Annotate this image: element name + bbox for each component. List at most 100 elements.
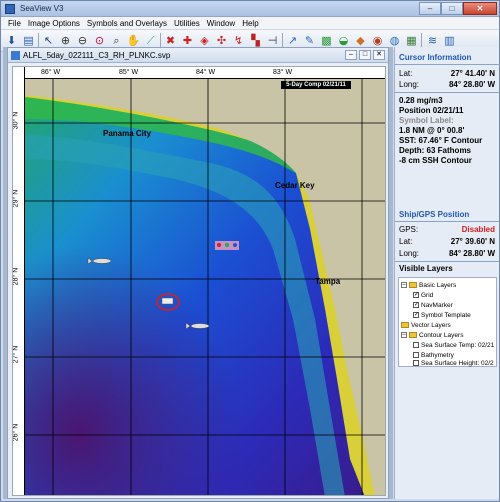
open-folder-icon[interactable]: ▤ <box>21 33 36 48</box>
position-date: Position 02/21/11 <box>399 106 464 115</box>
workspace: ALFL_5day_022111_C3_RH_PLNKC.svp – □ ✕ 8… <box>3 47 393 499</box>
menu-window[interactable]: Window <box>204 17 239 29</box>
gps-lat-label: Lat: <box>399 237 413 246</box>
doc-restore-button[interactable]: □ <box>359 50 371 60</box>
cursor-lat-row: Lat: 27° 41.40' N <box>399 69 497 79</box>
longitude-ruler: 86° W 85° W 84° W 83° W <box>13 67 385 79</box>
minimize-button[interactable]: – <box>419 2 441 15</box>
layer-item-navmarker[interactable]: ✓ NavMarker <box>413 300 453 310</box>
gps-lat-row: Lat: 27° 39.60' N <box>399 237 497 247</box>
visible-layers-title: Visible Layers <box>399 264 453 273</box>
layers-icon[interactable]: ↗ <box>285 33 300 48</box>
checkbox-checked[interactable]: ✓ <box>413 292 419 298</box>
cursor-lat-value: 27° 41.40' N <box>450 69 495 78</box>
layer-group-basic[interactable]: – Basic Layers <box>401 280 456 290</box>
depth-value: Depth: 63 Fathoms <box>399 146 472 155</box>
map-document-window: ALFL_5day_022111_C3_RH_PLNKC.svp – □ ✕ 8… <box>7 47 389 499</box>
export-icon[interactable]: ◍ <box>387 33 402 48</box>
cursor-lat-label: Lat: <box>399 69 413 78</box>
folder-icon <box>409 282 417 288</box>
lon-tick-label: 85° W <box>119 69 139 76</box>
menu-utilities[interactable]: Utilities <box>171 17 204 29</box>
place-label: Cedar Key <box>275 181 315 190</box>
palette-icon[interactable]: ◒ <box>336 33 351 48</box>
gps-status: Disabled <box>461 225 495 234</box>
tide-icon[interactable]: ◉ <box>370 33 385 48</box>
document-icon <box>11 51 20 60</box>
cursor-long-row: Long: 84° 28.80' W <box>399 80 497 90</box>
download-icon[interactable]: ⬇ <box>4 33 19 48</box>
layer-item-ssh[interactable]: Sea Surface Height: 02/2 <box>413 358 494 368</box>
collapse-icon[interactable]: – <box>401 282 407 288</box>
lat-tick-label: 28° N <box>12 267 20 286</box>
pan-hand-icon[interactable]: ✋ <box>126 33 141 48</box>
lat-tick-label: 30° N <box>12 111 20 130</box>
app-window: SeaView V3 – □ ✕ File Image Options Symb… <box>0 0 500 502</box>
measure-icon[interactable]: ⟋ <box>143 33 158 48</box>
checkbox-checked[interactable]: ✓ <box>413 302 419 308</box>
place-label: Panama City <box>103 129 152 138</box>
cursor-long-label: Long: <box>399 80 420 89</box>
layer-group-vector[interactable]: Vector Layers <box>401 320 451 330</box>
menu-help[interactable]: Help <box>239 17 262 29</box>
title-bar: SeaView V3 – □ ✕ <box>1 1 499 17</box>
menu-image-options[interactable]: Image Options <box>25 17 84 29</box>
gps-lat-value: 27° 39.60' N <box>450 237 495 246</box>
lon-tick-label: 86° W <box>41 69 61 76</box>
document-title: ALFL_5day_022111_C3_RH_PLNKC.svp <box>23 51 171 60</box>
layer-item-grid[interactable]: ✓ Grid <box>413 290 433 300</box>
document-title-bar: ALFL_5day_022111_C3_RH_PLNKC.svp – □ ✕ <box>8 48 388 63</box>
layer-item-symbol-template[interactable]: ✓ Symbol Template <box>413 310 471 320</box>
doc-minimize-button[interactable]: – <box>345 50 357 60</box>
ssh-contour: -8 cm SSH Contour <box>399 156 472 165</box>
folder-icon <box>401 322 409 328</box>
close-button[interactable]: ✕ <box>463 2 497 15</box>
zoom-out-icon[interactable]: ⊖ <box>75 33 90 48</box>
folder-icon <box>409 332 417 338</box>
lon-tick-label: 84° W <box>196 69 216 76</box>
map-view[interactable]: 86° W 85° W 84° W 83° W 30° N 29° N 28° … <box>12 66 386 496</box>
globe-icon[interactable]: ✎ <box>302 33 317 48</box>
layer-item-sst[interactable]: Sea Surface Temp: 02/21 <box>413 340 494 350</box>
zoom-reset-icon[interactable]: ⊙ <box>92 33 107 48</box>
maximize-button[interactable]: □ <box>441 2 463 15</box>
grid-icon[interactable]: ◆ <box>353 33 368 48</box>
layer-group-contour[interactable]: – Contour Layers <box>401 330 463 340</box>
compass-icon[interactable]: ✣ <box>214 33 229 48</box>
menu-file[interactable]: File <box>5 17 25 29</box>
zoom-region-icon[interactable]: ⌕ <box>109 33 124 48</box>
gps-label: GPS: <box>399 225 419 234</box>
mark-icon[interactable]: ✚ <box>180 33 195 48</box>
zoom-in-icon[interactable]: ⊕ <box>58 33 73 48</box>
pixel-value: 0.28 mg/m3 <box>399 96 443 105</box>
menu-symbols-overlays[interactable]: Symbols and Overlays <box>84 17 171 29</box>
checkbox-unchecked[interactable] <box>413 342 419 348</box>
layer-tree[interactable]: – Basic Layers ✓ Grid ✓ NavMarker ✓ Symb… <box>398 277 497 367</box>
app-icon <box>5 4 15 14</box>
place-label: Tampa <box>315 277 341 286</box>
bathymetry-icon[interactable]: ▚ <box>248 33 263 48</box>
contour-icon[interactable]: ⊣ <box>265 33 280 48</box>
window-controls: – □ ✕ <box>419 2 497 15</box>
document-controls: – □ ✕ <box>345 50 385 60</box>
sea-state-icon[interactable]: ≋ <box>425 33 440 48</box>
gps-long-row: Long: 84° 28.80' W <box>399 249 497 259</box>
pointer-icon[interactable]: ↖ <box>41 33 56 48</box>
doc-close-button[interactable]: ✕ <box>373 50 385 60</box>
settings-icon[interactable]: ▦ <box>404 33 419 48</box>
checkbox-unchecked[interactable] <box>413 360 419 366</box>
range-bearing: 1.8 NM @ 0° 00.8' <box>399 126 465 135</box>
image-icon[interactable]: ▩ <box>319 33 334 48</box>
waypoint-cluster-marker[interactable] <box>215 241 239 250</box>
ruler-icon[interactable]: ✖ <box>163 33 178 48</box>
latitude-ruler: 30° N 29° N 28° N 27° N 26° N <box>12 67 25 495</box>
gps-status-row: GPS: Disabled <box>399 225 497 235</box>
gps-long-value: 84° 28.80' W <box>448 249 495 258</box>
route-icon[interactable]: ↯ <box>231 33 246 48</box>
chart-icon[interactable]: ▥ <box>442 33 457 48</box>
collapse-icon[interactable]: – <box>401 332 407 338</box>
checkbox-checked[interactable]: ✓ <box>413 312 419 318</box>
crosshair-icon[interactable]: ◈ <box>197 33 212 48</box>
cursor-long-value: 84° 28.80' W <box>448 80 495 89</box>
lon-tick-label: 83° W <box>273 69 293 76</box>
